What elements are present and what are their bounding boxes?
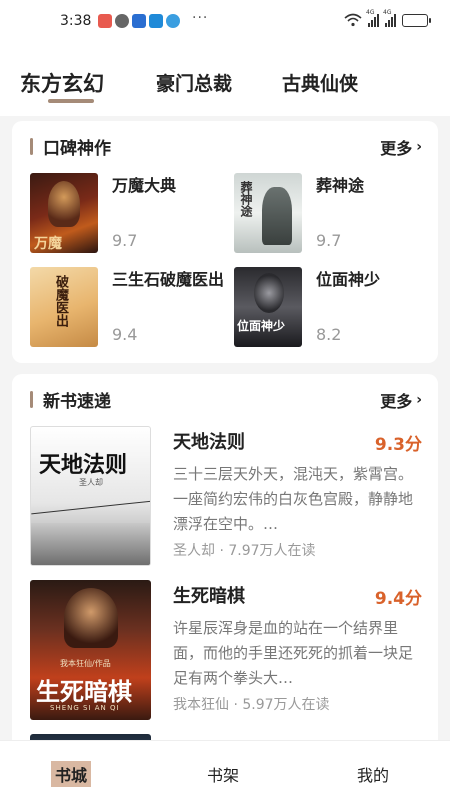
nav-profile[interactable]: 我的 [357, 762, 389, 786]
book-item[interactable]: 破魔医出 三生石破魔医出 9.4 [30, 267, 230, 347]
reputation-more-button[interactable]: 更多 › [380, 135, 422, 159]
app-notification-icon [149, 14, 163, 28]
chevron-right-icon: › [416, 392, 422, 408]
book-list-item[interactable]: 天地法则 圣人却 天地法则 9.3分 三十三层天外天，混沌天，紫霄宫。一座简约宏… [30, 426, 422, 566]
book-score: 9.4 [112, 325, 138, 344]
tab-classic-xianxia[interactable]: 古典仙侠 [282, 69, 358, 96]
section-header: 口碑神作 [30, 135, 111, 159]
section-accent-bar [30, 137, 33, 155]
book-title: 生死暗棋 [173, 586, 245, 607]
book-cover: 位面神少 [234, 267, 302, 347]
book-meta: 圣人却 · 7.97万人在读 [173, 543, 316, 559]
category-tabs: 东方玄幻 豪门总裁 古典仙侠 [0, 44, 450, 116]
book-meta: 我本狂仙 · 5.97万人在读 [173, 697, 330, 713]
nav-bookstore[interactable]: 书城 [51, 761, 92, 787]
book-title: 三生石破魔医出 [112, 270, 225, 289]
section-title: 新书速递 [43, 391, 111, 412]
more-notifications-icon: ··· [192, 10, 209, 26]
book-cover: 我本狂仙/作品 生死暗棋 SHENG SI AN QI [30, 580, 151, 720]
book-list-item[interactable]: 我本狂仙/作品 生死暗棋 SHENG SI AN QI 生死暗棋 9.4分 许星… [30, 580, 422, 720]
section-title: 口碑神作 [43, 138, 111, 159]
app-notification-icon [166, 14, 180, 28]
book-title: 葬神途 [316, 176, 365, 195]
battery-icon [402, 13, 431, 27]
book-cover: 葬神途 [234, 173, 302, 253]
book-score: 9.7 [112, 231, 138, 250]
signal-icon: 4G [366, 9, 379, 27]
book-score: 9.7 [316, 231, 342, 250]
cover-author: 我本狂仙/作品 [60, 659, 111, 668]
app-notification-icon [132, 14, 146, 28]
book-description: 三十三层天外天，混沌天，紫霄宫。一座简约宏伟的白灰色宫殿，静静地漂浮在空中。… [173, 465, 414, 533]
cover-title: 生死暗棋 [36, 677, 132, 706]
cover-title: 破魔医出 [53, 275, 68, 327]
cover-subtitle: SHENG SI AN QI [50, 704, 120, 712]
section-accent-bar [30, 390, 33, 408]
cover-title: 位面神少 [237, 319, 286, 333]
more-label: 更多 [380, 392, 413, 411]
book-score: 9.3分 [374, 435, 422, 455]
status-time: 3:38 [60, 13, 92, 29]
bottom-nav: 书城 书架 我的 [0, 740, 450, 800]
chevron-right-icon: › [416, 139, 422, 155]
book-cover: 天地法则 圣人却 [30, 426, 151, 566]
reputation-section: 口碑神作 更多 › 万魔 万魔大典 9.7 葬神途 葬神途 9.7 破魔医出 三… [12, 121, 438, 363]
cover-title: 天地法则 [39, 452, 128, 478]
message-icon [115, 14, 129, 28]
tab-eastern-fantasy[interactable]: 东方玄幻 [20, 68, 104, 98]
signal-icon: 4G [383, 9, 396, 27]
tab-rich-ceo[interactable]: 豪门总裁 [156, 69, 232, 96]
app-notification-icon [98, 14, 112, 28]
book-cover: 破魔医出 [30, 267, 98, 347]
notification-icons [98, 14, 180, 28]
more-label: 更多 [380, 139, 413, 158]
new-books-more-button[interactable]: 更多 › [380, 388, 422, 412]
book-score: 8.2 [316, 325, 342, 344]
book-description: 许星辰浑身是血的站在一个结界里面，而他的手里还死死的抓着一块足足有两个拳头大… [173, 619, 414, 687]
book-title: 万魔大典 [112, 176, 177, 195]
section-header: 新书速递 [30, 388, 111, 412]
active-tab-indicator [48, 99, 94, 103]
book-score: 9.4分 [374, 589, 422, 609]
book-item[interactable]: 万魔 万魔大典 9.7 [30, 173, 230, 253]
book-cover: 万魔 [30, 173, 98, 253]
cover-title: 万魔 [34, 236, 62, 252]
book-item[interactable]: 葬神途 葬神途 9.7 [234, 173, 434, 253]
cover-author: 圣人却 [79, 478, 103, 487]
book-title: 位面神少 [316, 270, 381, 289]
wifi-icon [344, 13, 362, 27]
book-title: 天地法则 [173, 432, 245, 453]
new-books-section: 新书速递 更多 › 天地法则 圣人却 天地法则 9.3分 三十三层天外天，混沌天… [12, 374, 438, 754]
status-bar: 3:38 ··· 4G 4G [0, 0, 450, 44]
signal-label: 4G [366, 9, 375, 16]
book-item[interactable]: 位面神少 位面神少 8.2 [234, 267, 434, 347]
nav-bookshelf[interactable]: 书架 [207, 762, 239, 786]
cover-title: 葬神途 [239, 181, 253, 217]
status-right: 4G 4G [344, 9, 431, 27]
signal-label: 4G [383, 9, 392, 16]
